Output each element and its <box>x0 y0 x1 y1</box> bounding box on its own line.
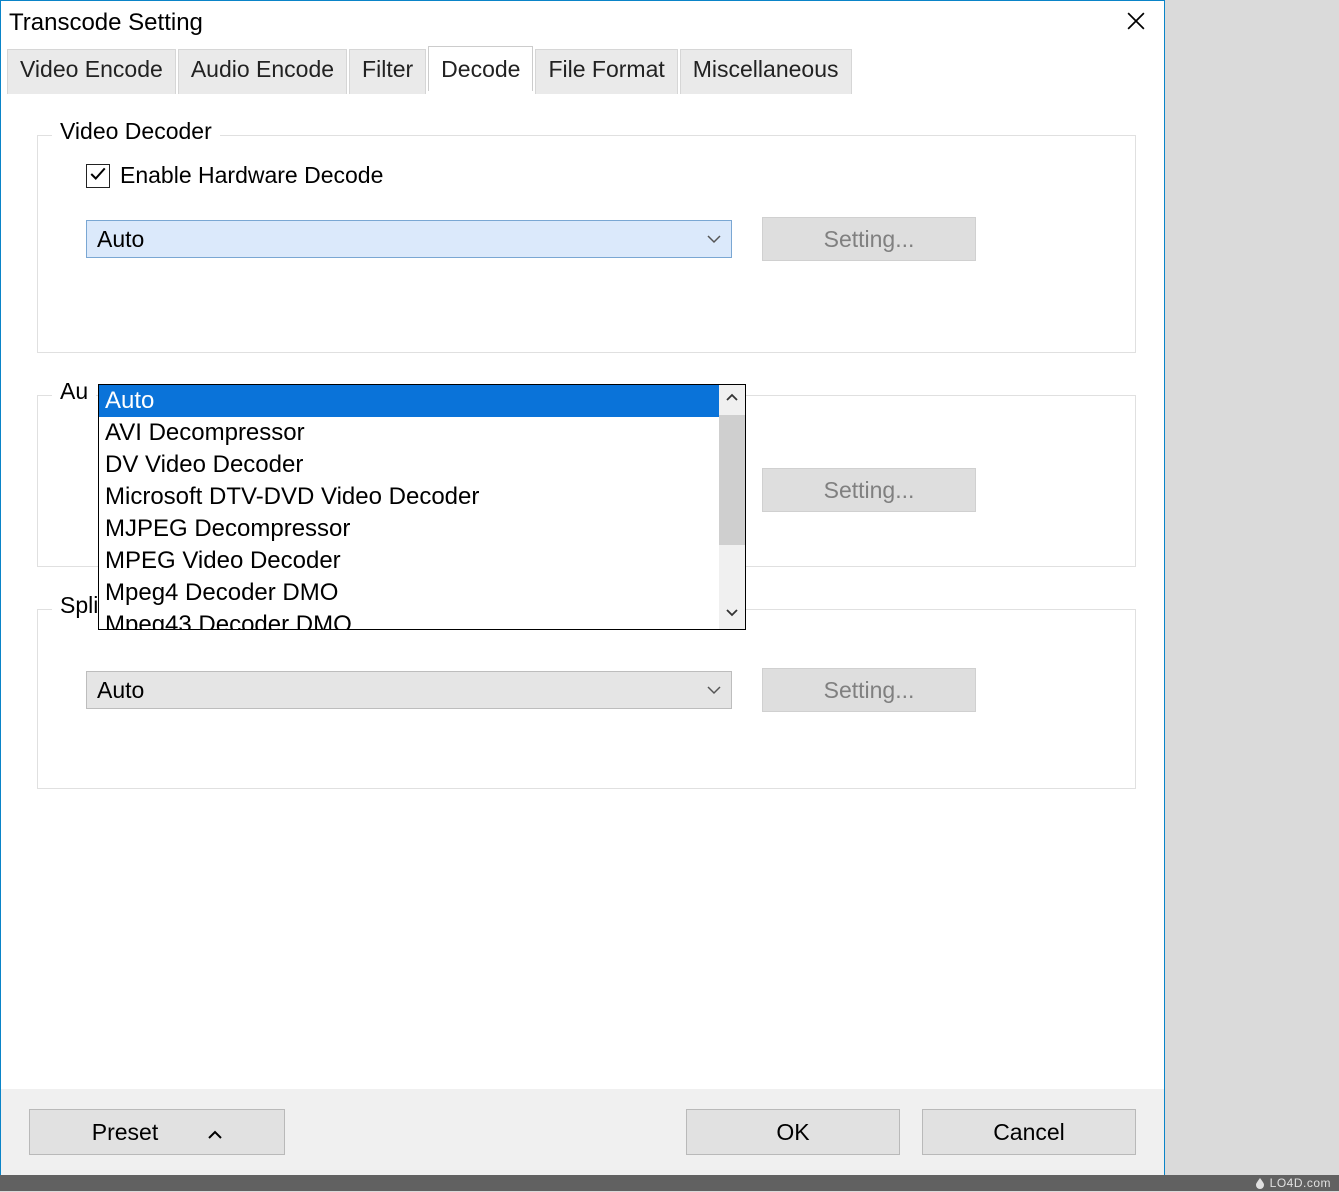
droplet-icon <box>1254 1177 1266 1189</box>
dropdown-scrollbar[interactable] <box>719 385 745 629</box>
dropdown-item[interactable]: Mpeg4 Decoder DMO <box>99 577 719 609</box>
group-splitter: Splitter Auto Setting... <box>37 609 1136 789</box>
ok-button[interactable]: OK <box>686 1109 900 1155</box>
chevron-up-icon <box>208 1119 222 1146</box>
check-icon <box>89 162 107 189</box>
close-icon <box>1127 9 1145 37</box>
dropdown-item[interactable]: AVI Decompressor <box>99 417 719 449</box>
tabbar: Video Encode Audio Encode Filter Decode … <box>1 45 1164 95</box>
window-title: Transcode Setting <box>9 9 203 37</box>
dropdown-item[interactable]: Auto <box>99 385 719 417</box>
scroll-thumb[interactable] <box>719 415 745 545</box>
dropdown-item[interactable]: MPEG Video Decoder <box>99 545 719 577</box>
dialog-window: Transcode Setting Video Encode Audio Enc… <box>0 0 1165 1176</box>
button-bar: Preset OK Cancel <box>1 1089 1164 1175</box>
splitter-setting-button[interactable]: Setting... <box>762 668 976 712</box>
enable-hw-decode-checkbox[interactable] <box>86 164 110 188</box>
group-video-decoder: Video Decoder Enable Hardware Decode Aut… <box>37 135 1136 353</box>
enable-hw-decode-row: Enable Hardware Decode <box>86 162 1105 189</box>
site-footer: LO4D.com <box>0 1175 1339 1191</box>
tab-decode[interactable]: Decode <box>428 46 533 91</box>
tab-filter[interactable]: Filter <box>349 49 426 94</box>
scroll-down-button[interactable] <box>719 599 745 629</box>
footer-text: LO4D.com <box>1270 1176 1331 1190</box>
video-decoder-setting-button[interactable]: Setting... <box>762 217 976 261</box>
scroll-track[interactable] <box>719 415 745 599</box>
tab-content: Video Decoder Enable Hardware Decode Aut… <box>1 95 1164 1095</box>
group-legend-audio-decoder: Au <box>52 378 96 405</box>
dropdown-list: Auto AVI Decompressor DV Video Decoder M… <box>99 385 719 629</box>
chevron-down-icon <box>707 231 721 247</box>
chevron-down-icon <box>726 605 738 623</box>
titlebar: Transcode Setting <box>1 1 1164 45</box>
video-decoder-combo[interactable]: Auto <box>86 220 732 258</box>
video-decoder-combo-value: Auto <box>97 226 144 253</box>
group-legend-video-decoder: Video Decoder <box>52 118 220 145</box>
splitter-combo[interactable]: Auto <box>86 671 732 709</box>
tab-file-format[interactable]: File Format <box>535 49 677 94</box>
chevron-down-icon <box>707 682 721 698</box>
tab-audio-encode[interactable]: Audio Encode <box>178 49 347 94</box>
tab-miscellaneous[interactable]: Miscellaneous <box>680 49 852 94</box>
splitter-combo-value: Auto <box>97 677 144 704</box>
scroll-up-button[interactable] <box>719 385 745 415</box>
chevron-up-icon <box>726 391 738 409</box>
dropdown-item[interactable]: Microsoft DTV-DVD Video Decoder <box>99 481 719 513</box>
audio-decoder-setting-button[interactable]: Setting... <box>762 468 976 512</box>
dropdown-item[interactable]: MJPEG Decompressor <box>99 513 719 545</box>
video-decoder-dropdown[interactable]: Auto AVI Decompressor DV Video Decoder M… <box>98 384 746 630</box>
preset-label: Preset <box>92 1119 158 1146</box>
enable-hw-decode-label: Enable Hardware Decode <box>120 162 383 189</box>
preset-button[interactable]: Preset <box>29 1109 285 1155</box>
close-button[interactable] <box>1116 3 1156 43</box>
dropdown-item[interactable]: DV Video Decoder <box>99 449 719 481</box>
cancel-button[interactable]: Cancel <box>922 1109 1136 1155</box>
dropdown-item[interactable]: Mpeg43 Decoder DMO <box>99 609 719 629</box>
tab-video-encode[interactable]: Video Encode <box>7 49 176 94</box>
